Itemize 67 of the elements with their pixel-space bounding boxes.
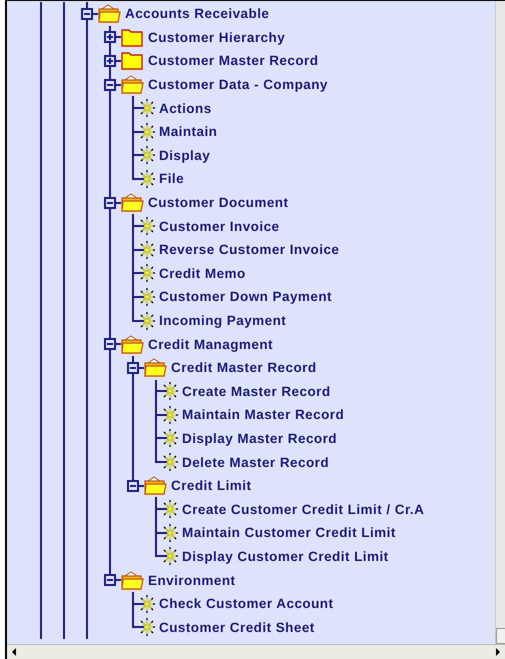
- tree-item-label[interactable]: Delete Master Record: [182, 454, 330, 470]
- tree-item-label[interactable]: Create Master Record: [182, 384, 331, 399]
- horizontal-scrollbar[interactable]: [7, 644, 505, 659]
- asterisk-star-icon: [161, 522, 179, 543]
- tree-item-label[interactable]: Credit Limit: [171, 478, 252, 494]
- tree-item-label[interactable]: Credit Master Record: [171, 360, 317, 376]
- asterisk-star-icon: [161, 546, 179, 566]
- tree-item-label[interactable]: Customer Invoice: [159, 218, 280, 234]
- collapse-toggle[interactable]: [104, 196, 116, 209]
- asterisk-star-icon: [138, 286, 156, 307]
- tree-item-label[interactable]: Customer Master Record: [148, 53, 318, 68]
- collapse-toggle[interactable]: [104, 574, 116, 586]
- tree-item-label[interactable]: File: [159, 171, 184, 186]
- tree-item-label[interactable]: Maintain Master Record: [182, 407, 344, 422]
- asterisk-star-icon: [161, 499, 179, 520]
- tree-item-label[interactable]: Accounts Receivable: [125, 6, 270, 22]
- asterisk-star-icon: [138, 145, 156, 166]
- open-folder-icon: [121, 193, 144, 212]
- asterisk-star-icon: [161, 428, 179, 448]
- tree-item-label[interactable]: Customer Document: [148, 195, 288, 210]
- collapse-toggle[interactable]: [104, 78, 116, 91]
- folder-icon: [121, 28, 144, 47]
- asterisk-star-icon: [138, 122, 156, 142]
- asterisk-star-icon: [138, 263, 156, 284]
- collapse-toggle[interactable]: [81, 8, 93, 20]
- scroll-left-icon[interactable]: [11, 648, 17, 656]
- vertical-scrollbar[interactable]: [495, 1, 505, 644]
- scroll-right-icon[interactable]: [495, 648, 501, 656]
- tree-item-label[interactable]: Maintain Customer Credit Limit: [182, 525, 396, 540]
- asterisk-star-icon: [138, 168, 156, 189]
- asterisk-star-icon: [138, 240, 156, 260]
- tree-item-label[interactable]: Actions: [159, 100, 212, 116]
- asterisk-star-icon: [138, 216, 156, 236]
- tree-item-label[interactable]: Environment: [148, 572, 236, 588]
- open-folder-icon: [98, 4, 121, 24]
- asterisk-star-icon: [138, 310, 156, 331]
- folder-icon: [121, 51, 144, 70]
- tree-item-label[interactable]: Maintain: [159, 124, 218, 140]
- asterisk-star-icon: [161, 381, 179, 402]
- expand-toggle[interactable]: [104, 31, 116, 44]
- asterisk-star-icon: [138, 617, 156, 638]
- asterisk-star-icon: [138, 594, 156, 614]
- tree-item-label[interactable]: Credit Managment: [148, 336, 273, 352]
- tree-item-label[interactable]: Credit Memo: [159, 266, 246, 281]
- open-folder-icon: [121, 75, 144, 94]
- collapse-toggle[interactable]: [104, 338, 116, 350]
- tree-item-label[interactable]: Create Customer Credit Limit / Cr.A: [182, 502, 424, 517]
- tree-item-label[interactable]: Display: [159, 148, 210, 163]
- tree-item-label[interactable]: Customer Down Payment: [159, 289, 332, 304]
- collapse-toggle[interactable]: [127, 480, 139, 492]
- tree-item-label[interactable]: Incoming Payment: [159, 313, 286, 328]
- collapse-toggle[interactable]: [127, 362, 139, 374]
- asterisk-star-icon: [138, 98, 156, 118]
- tree-item-label[interactable]: Display Customer Credit Limit: [182, 548, 389, 564]
- tree-item-label[interactable]: Reverse Customer Invoice: [159, 242, 340, 258]
- open-folder-icon: [121, 570, 144, 590]
- asterisk-star-icon: [161, 404, 179, 425]
- asterisk-star-icon: [161, 452, 179, 472]
- tree-item-label[interactable]: Check Customer Account: [159, 596, 334, 612]
- tree-item-label[interactable]: Customer Data - Company: [148, 77, 328, 92]
- expand-toggle[interactable]: [104, 54, 116, 67]
- tree-item-label[interactable]: Display Master Record: [182, 430, 338, 446]
- tree-item-label[interactable]: Customer Hierarchy: [148, 30, 286, 45]
- tree-item-label[interactable]: Customer Credit Sheet: [159, 620, 315, 635]
- open-folder-icon: [144, 476, 167, 496]
- open-folder-icon: [121, 334, 144, 354]
- open-folder-icon: [144, 358, 167, 378]
